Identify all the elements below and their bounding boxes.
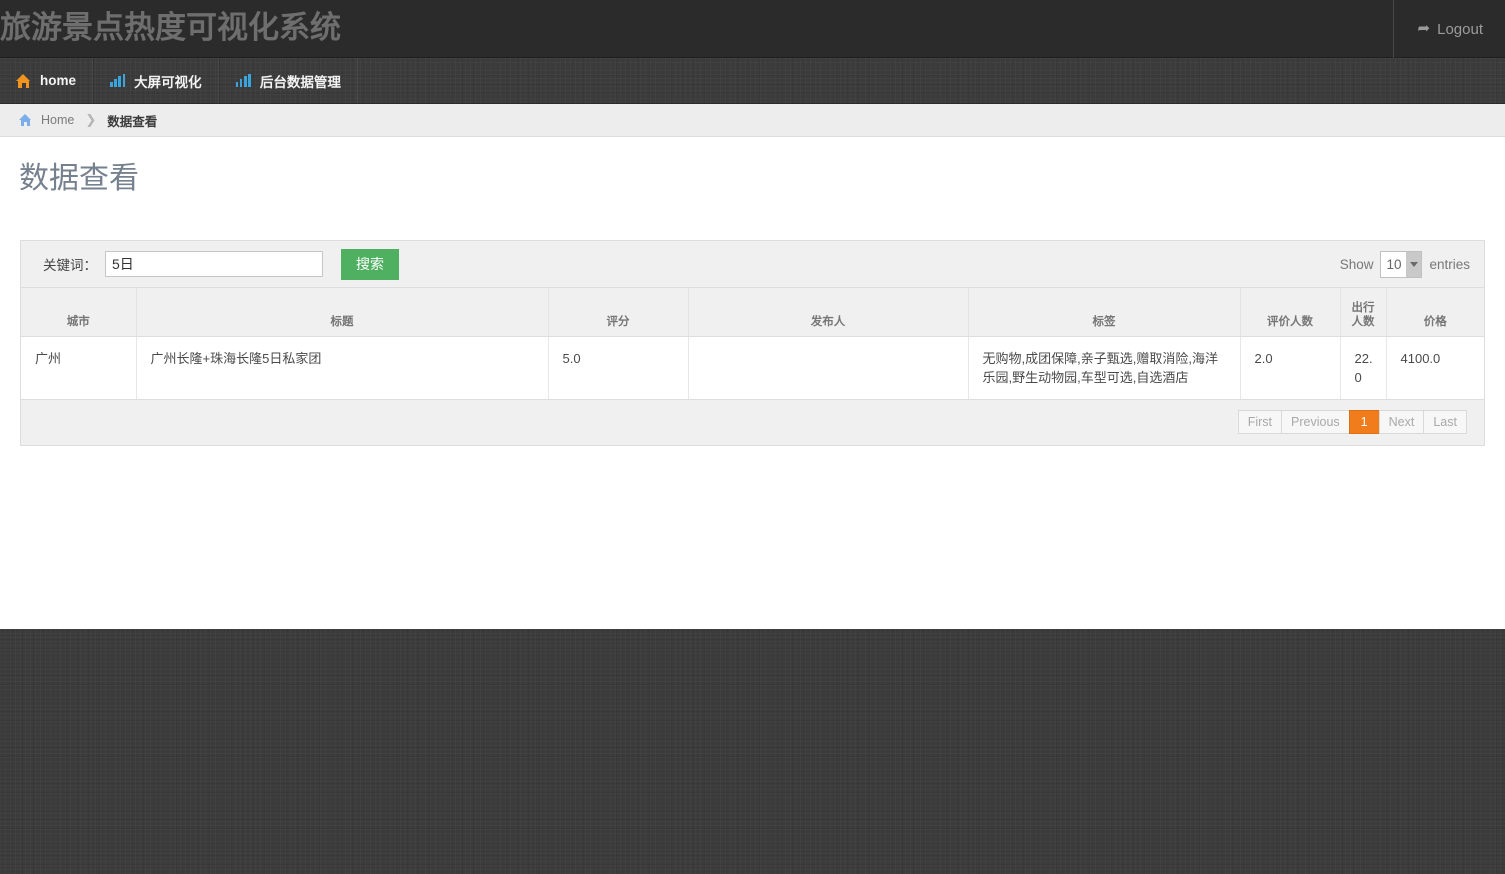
nav-item-home[interactable]: home xyxy=(0,58,94,103)
pagination-next-button[interactable]: Next xyxy=(1378,410,1424,434)
show-entries-prefix-label: Show xyxy=(1339,256,1374,272)
app-brand-title: 旅游景点热度可视化系统 xyxy=(0,10,341,45)
bar-chart-icon xyxy=(110,74,126,87)
chevron-down-icon xyxy=(1406,251,1422,277)
chevron-right-icon: ❯ xyxy=(85,112,97,127)
main-nav: home 大屏可视化 后台数据管理 xyxy=(0,58,1505,104)
cell-city: 广州 xyxy=(21,336,137,400)
table-column-header-title[interactable]: 标题 xyxy=(136,288,549,337)
nav-item-home-label: home xyxy=(40,73,77,88)
table-column-header-city[interactable]: 城市 xyxy=(21,288,137,337)
table-column-header-score[interactable]: 评分 xyxy=(548,288,689,337)
table-toolbar: 关键词： 搜索 Show 10 entries xyxy=(21,241,1484,288)
pagination-page-1-button[interactable]: 1 xyxy=(1348,410,1379,434)
cell-title: 广州长隆+珠海长隆5日私家团 xyxy=(136,336,549,400)
page-footer-background xyxy=(0,629,1505,874)
pagination: First Previous 1 Next Last xyxy=(1237,410,1467,434)
home-icon xyxy=(16,73,31,88)
cell-score: 5.0 xyxy=(548,336,689,400)
sign-out-icon: ➦ xyxy=(1417,19,1431,37)
search-input[interactable] xyxy=(105,251,323,277)
home-icon xyxy=(19,114,32,126)
table-header-row: 城市 标题 评分 发布人 标签 评价人数 出行 人数 价格 xyxy=(21,288,1484,337)
bar-chart-icon xyxy=(235,74,251,87)
logout-button[interactable]: ➦ Logout xyxy=(1392,0,1505,58)
breadcrumb-link-home[interactable]: Home xyxy=(41,113,74,127)
table-column-header-publisher[interactable]: 发布人 xyxy=(688,288,969,337)
entries-per-page-value: 10 xyxy=(1386,256,1402,272)
keyword-label: 关键词： xyxy=(43,258,97,273)
nav-item-backend-data-management-label: 后台数据管理 xyxy=(259,74,341,90)
pagination-last-button[interactable]: Last xyxy=(1423,410,1467,434)
cell-travel-count: 22.0 xyxy=(1340,336,1387,400)
logout-label: Logout xyxy=(1437,20,1483,38)
table-row: 广州 广州长隆+珠海长隆5日私家团 5.0 无购物,成团保障,亲子甄选,赠取消险… xyxy=(21,336,1484,400)
nav-item-bigscreen-visualization-label: 大屏可视化 xyxy=(134,74,202,90)
table-column-header-tags[interactable]: 标签 xyxy=(968,288,1241,337)
pagination-first-button[interactable]: First xyxy=(1237,410,1282,434)
page-title: 数据查看 xyxy=(19,162,139,195)
show-entries-control: Show 10 entries xyxy=(1339,250,1470,278)
table-column-header-travel-count[interactable]: 出行 人数 xyxy=(1340,288,1387,337)
cell-price: 4100.0 xyxy=(1386,336,1484,400)
breadcrumb: Home ❯ 数据查看 xyxy=(0,104,1505,137)
table-column-header-review-count[interactable]: 评价人数 xyxy=(1240,288,1341,337)
table-footer: First Previous 1 Next Last xyxy=(21,399,1484,445)
table-column-header-price[interactable]: 价格 xyxy=(1386,288,1484,337)
entries-per-page-select[interactable]: 10 xyxy=(1380,250,1423,278)
cell-tags: 无购物,成团保障,亲子甄选,赠取消险,海洋乐园,野生动物园,车型可选,自选酒店 xyxy=(968,336,1241,400)
app-header: 旅游景点热度可视化系统 ➦ Logout xyxy=(0,0,1505,58)
show-entries-suffix-label: entries xyxy=(1429,256,1470,272)
nav-item-backend-data-management[interactable]: 后台数据管理 xyxy=(218,58,358,103)
data-table: 城市 标题 评分 发布人 标签 评价人数 出行 人数 价格 广州 广州长隆+珠海… xyxy=(21,288,1484,400)
pagination-previous-button[interactable]: Previous xyxy=(1281,410,1349,434)
breadcrumb-current: 数据查看 xyxy=(107,114,158,129)
nav-item-bigscreen-visualization[interactable]: 大屏可视化 xyxy=(93,58,219,103)
cell-publisher xyxy=(688,336,969,400)
data-table-panel: 关键词： 搜索 Show 10 entries 城市 标题 xyxy=(20,240,1485,446)
search-button[interactable]: 搜索 xyxy=(341,248,399,280)
cell-review-count: 2.0 xyxy=(1240,336,1341,400)
